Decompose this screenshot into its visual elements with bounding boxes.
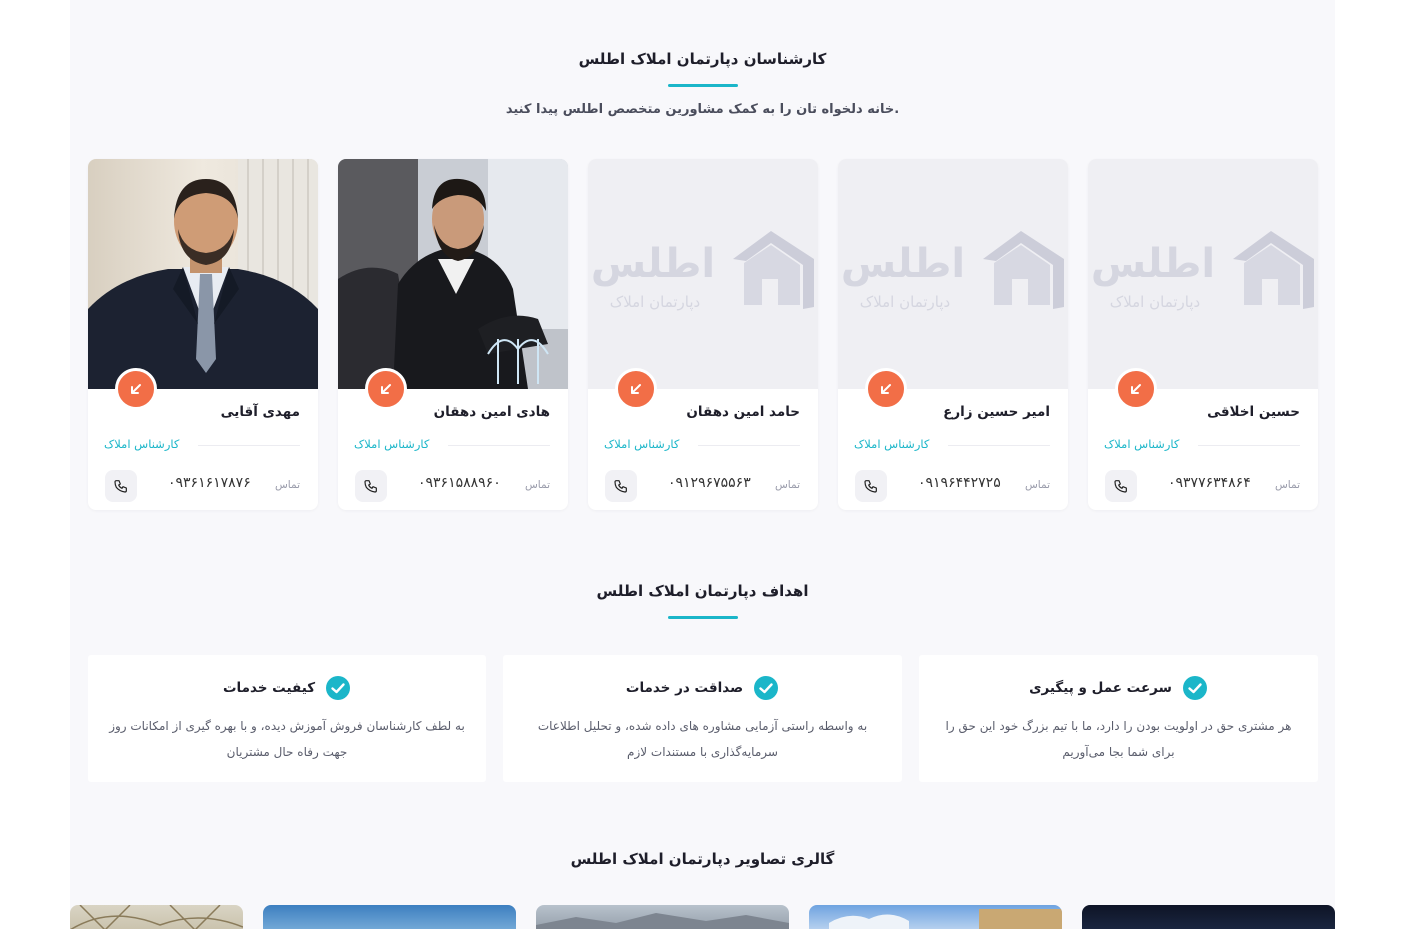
goals-title-underline [668, 616, 738, 619]
phone-icon [864, 480, 877, 493]
agent-divider [698, 445, 800, 446]
agent-name: حامد امین دهقان [686, 404, 800, 420]
logo-word: اطلس [840, 241, 966, 287]
arrow-down-left-icon [631, 384, 641, 394]
agent-photo [88, 159, 318, 389]
agent-name: امیر حسین زارع [943, 404, 1050, 420]
gallery-image[interactable] [536, 905, 789, 929]
agent-name: مهدی آقایی [220, 404, 300, 420]
agent-role: کارشناس املاک [104, 437, 180, 451]
goal-text: به واسطه راستی آزمایی مشاوره های داده شد… [537, 719, 868, 759]
page: کارشناسان دپارتمان املاک اطلس خانه دلخوا… [70, 0, 1335, 929]
agent-divider [1198, 445, 1300, 446]
logo-word: اطلس [590, 241, 716, 287]
arrow-down-left-icon [381, 384, 391, 394]
agent-name: حسین اخلاقی [1207, 404, 1300, 420]
gallery-image[interactable] [1082, 905, 1335, 929]
goal-card: سرعت عمل و پیگیری هر مشتری حق در اولویت … [919, 655, 1318, 782]
call-button[interactable] [605, 470, 637, 502]
phone-icon [1114, 480, 1127, 493]
contact-label: تماس [1274, 479, 1300, 491]
agent-divider [448, 445, 550, 446]
agent-role: کارشناس املاک [854, 437, 930, 451]
goal-card: کیفیت خدمات به لطف کارشناسان فروش آموزش … [88, 655, 486, 782]
agent-divider [198, 445, 300, 446]
check-badge-icon [1182, 676, 1207, 700]
contact-label: تماس [1024, 479, 1050, 491]
goal-title: کیفیت خدمات [222, 680, 316, 696]
gallery-image[interactable] [70, 905, 243, 929]
agent-photo-placeholder: اطلس دپارتمان املاک [838, 159, 1068, 389]
agent-role: کارشناس املاک [1104, 437, 1180, 451]
contact-label: تماس [274, 479, 300, 491]
contact-label: تماس [524, 479, 550, 491]
goal-card: صداقت در خدمات به واسطه راستی آزمایی مشا… [503, 655, 902, 782]
agent-photo [338, 159, 568, 389]
goal-title: سرعت عمل و پیگیری [1029, 680, 1172, 696]
agents-section-title: کارشناسان دپارتمان املاک اطلس [578, 50, 827, 68]
agent-photo-placeholder: اطلس دپارتمان املاک [588, 159, 818, 389]
agent-profile-button[interactable] [865, 368, 907, 410]
agent-role: کارشناس املاک [604, 437, 680, 451]
agents-section-subtitle: خانه دلخواه تان را به کمک مشاورین متخصص … [505, 102, 900, 117]
goal-title: صداقت در خدمات [625, 680, 744, 696]
gallery-section-title: گالری تصاویر دپارتمان املاک اطلس [570, 850, 835, 868]
logo-tagline: دپارتمان املاک [1109, 293, 1201, 311]
agent-name: هادی امین دهقان [433, 404, 550, 420]
agent-profile-button[interactable] [615, 368, 657, 410]
logo-tagline: دپارتمان املاک [609, 293, 701, 311]
agent-profile-button[interactable] [365, 368, 407, 410]
logo-tagline: دپارتمان املاک [859, 293, 951, 311]
phone-icon [364, 480, 377, 493]
agent-role: کارشناس املاک [354, 437, 430, 451]
contact-label: تماس [774, 479, 800, 491]
agent-card[interactable]: اطلس دپارتمان املاک حسین اخلاقی کارشناس … [1088, 159, 1318, 510]
call-button[interactable] [855, 470, 887, 502]
agent-divider [948, 445, 1050, 446]
agent-card[interactable]: هادی امین دهقان کارشناس املاک ۰۹۳۶۱۵۸۸۹۶… [338, 159, 568, 510]
agent-phone[interactable]: ۰۹۱۲۹۶۷۵۵۶۳ [668, 475, 751, 491]
gallery-image[interactable] [263, 905, 516, 929]
arrow-down-left-icon [881, 384, 891, 394]
call-button[interactable] [1105, 470, 1137, 502]
agent-card[interactable]: اطلس دپارتمان املاک حامد امین دهقان کارش… [588, 159, 818, 510]
arrow-down-left-icon [131, 384, 141, 394]
agent-card[interactable]: مهدی آقایی کارشناس املاک ۰۹۳۶۱۶۱۷۸۷۶ تما… [88, 159, 318, 510]
gallery-image[interactable] [809, 905, 1062, 929]
check-badge-icon [754, 676, 779, 700]
agents-title-underline [668, 84, 738, 87]
agent-card[interactable]: اطلس دپارتمان املاک امیر حسین زارع کارشن… [838, 159, 1068, 510]
agent-phone[interactable]: ۰۹۳۷۷۶۳۴۸۶۴ [1168, 475, 1251, 491]
call-button[interactable] [105, 470, 137, 502]
agent-phone[interactable]: ۰۹۳۶۱۶۱۷۸۷۶ [168, 475, 251, 491]
goals-section-title: اهداف دپارتمان املاک اطلس [596, 582, 809, 600]
logo-word: اطلس [1090, 241, 1216, 287]
agent-phone[interactable]: ۰۹۱۹۶۴۴۲۷۲۵ [918, 475, 1001, 491]
goal-text: به لطف کارشناسان فروش آموزش دیده، و با ب… [109, 719, 465, 759]
agent-profile-button[interactable] [115, 368, 157, 410]
agent-phone[interactable]: ۰۹۳۶۱۵۸۸۹۶۰ [418, 475, 501, 491]
phone-icon [614, 480, 627, 493]
goal-text: هر مشتری حق در اولویت بودن را دارد، ما ب… [945, 719, 1292, 759]
agent-photo-placeholder: اطلس دپارتمان املاک [1088, 159, 1318, 389]
arrow-down-left-icon [1131, 384, 1141, 394]
phone-icon [114, 480, 127, 493]
agent-profile-button[interactable] [1115, 368, 1157, 410]
call-button[interactable] [355, 470, 387, 502]
check-badge-icon [326, 676, 351, 700]
